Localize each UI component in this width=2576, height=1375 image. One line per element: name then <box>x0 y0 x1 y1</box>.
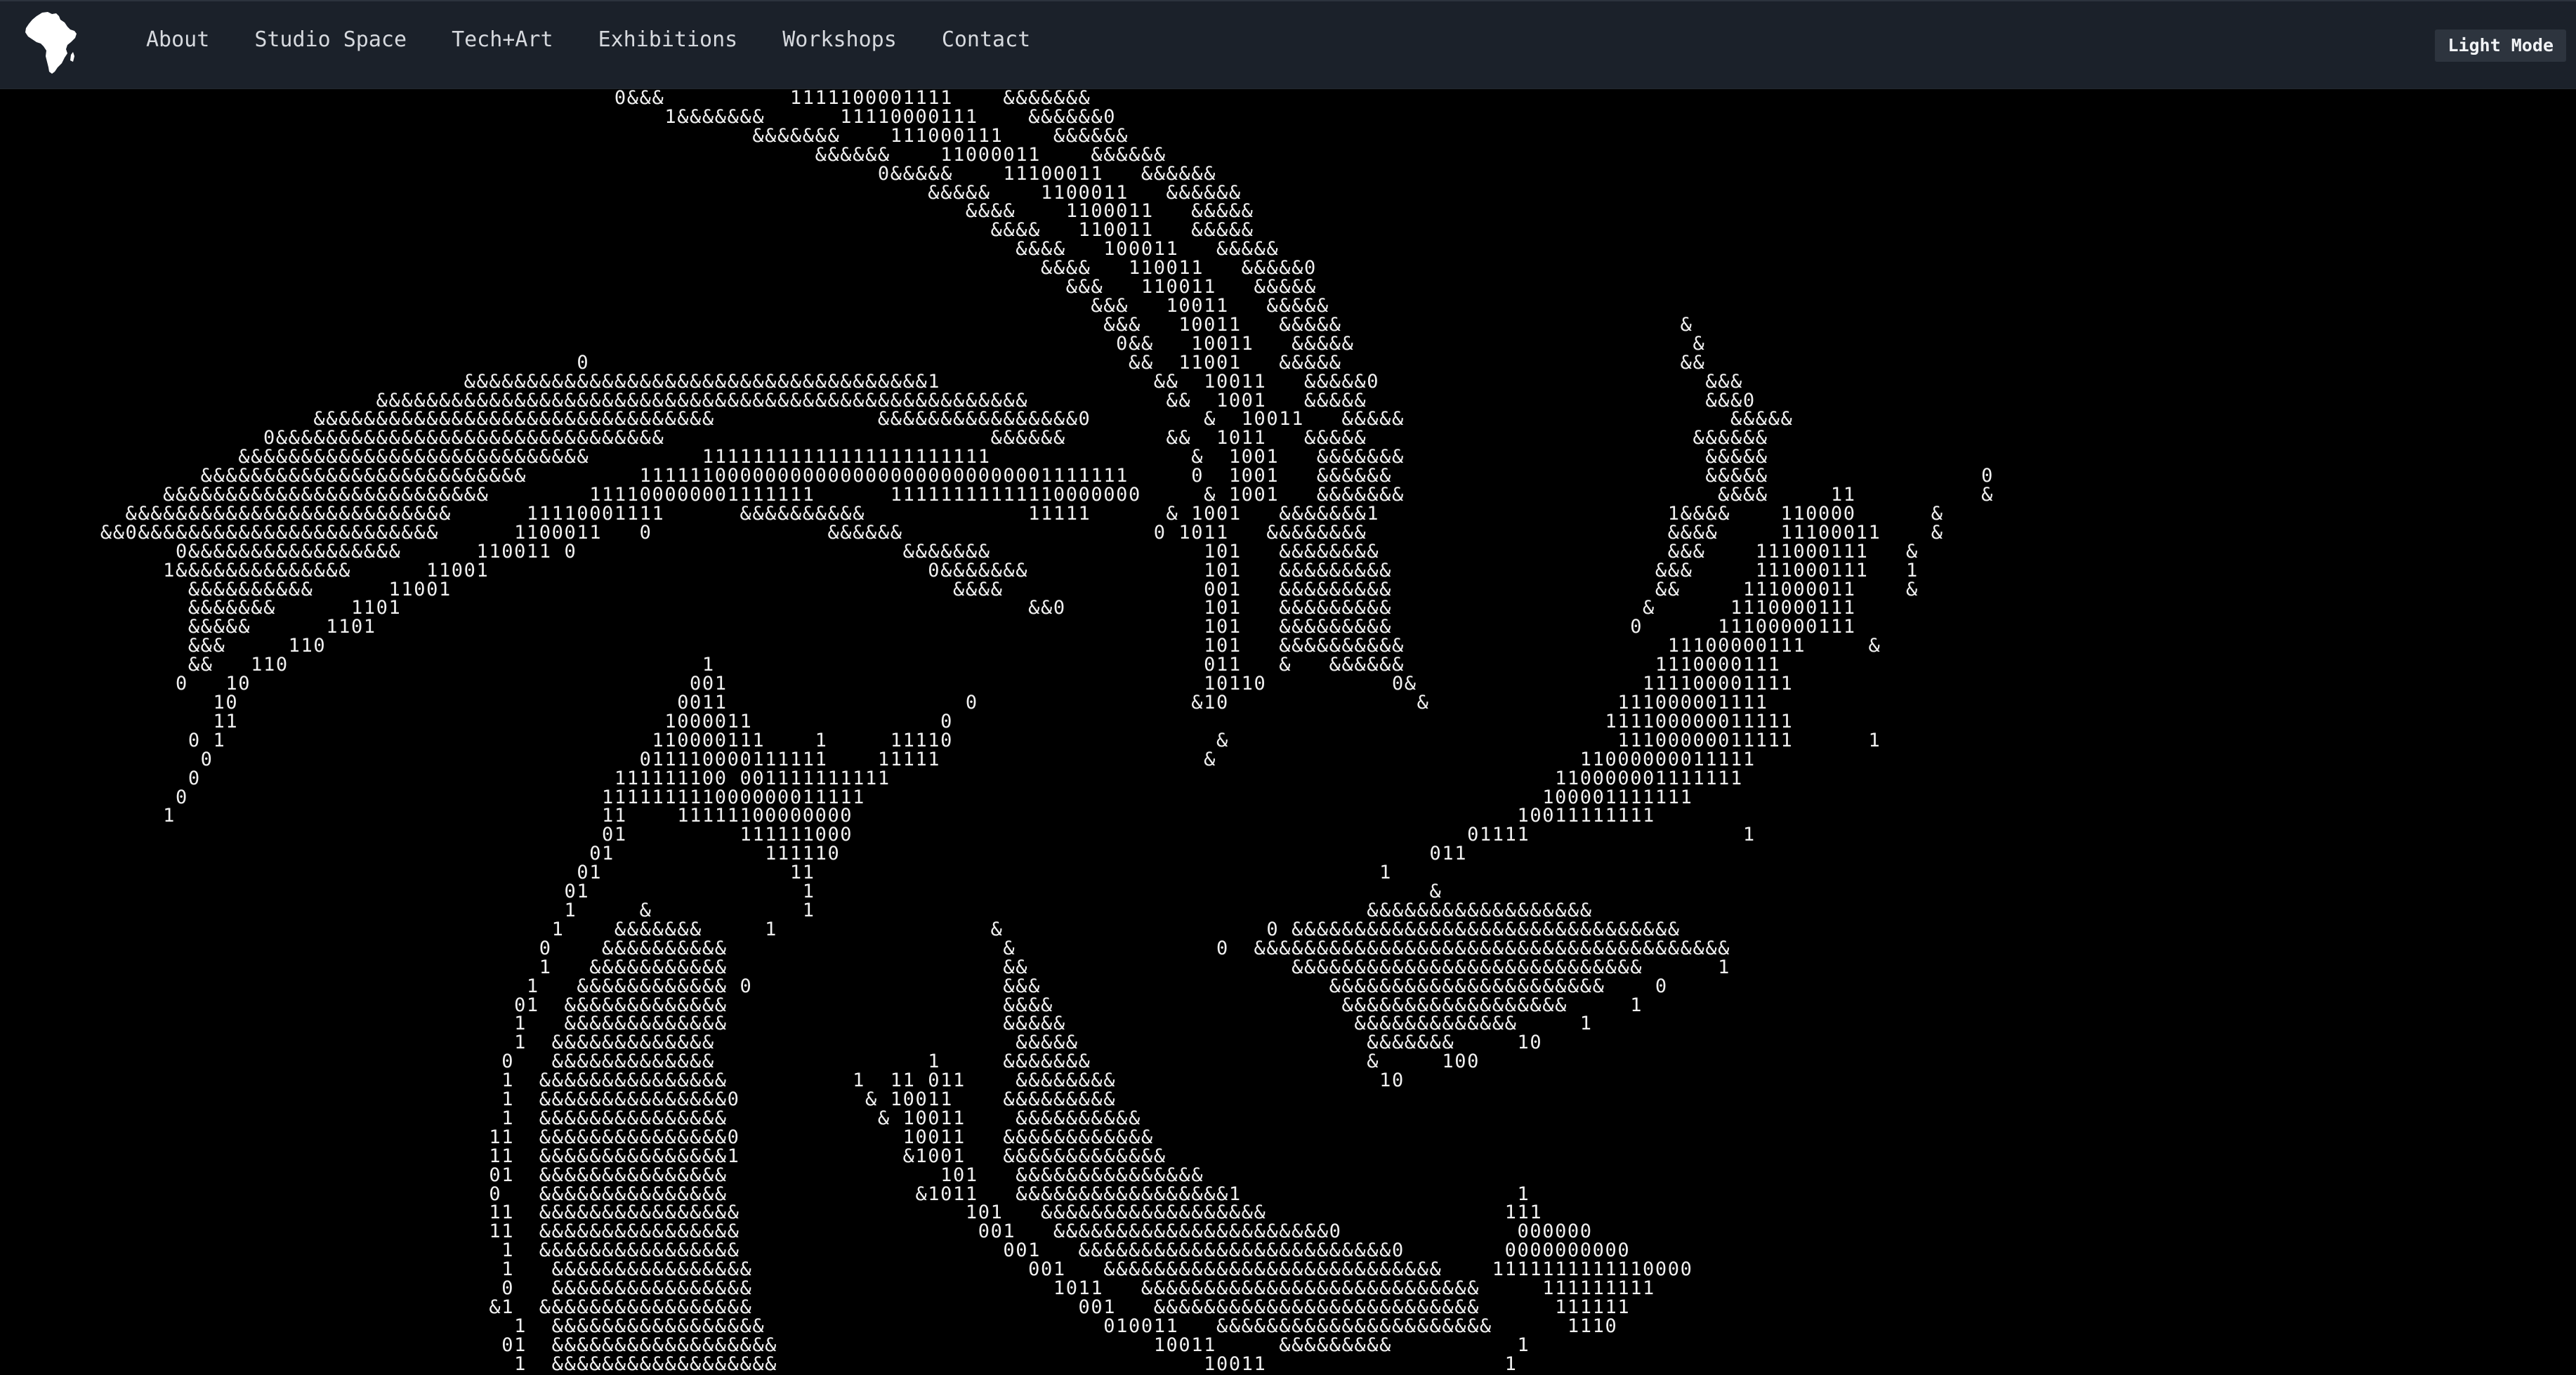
main-nav: About Studio Space Tech+Art Exhibitions … <box>146 27 1075 53</box>
nav-link-tech-art[interactable]: Tech+Art <box>452 27 553 53</box>
ascii-art-text: 0&&& 1111100001111 &&&&&&& 1&&&&&&& 1111… <box>0 89 1994 1375</box>
top-navbar: About Studio Space Tech+Art Exhibitions … <box>0 0 2576 89</box>
nav-link-exhibitions[interactable]: Exhibitions <box>598 27 738 53</box>
ascii-line: 01 &&&&&&&&&&&&&&&&&&& 1001111 1 <box>0 1372 1555 1375</box>
nav-link-workshops[interactable]: Workshops <box>782 27 897 53</box>
home-logo-link[interactable] <box>24 11 77 74</box>
nav-link-contact[interactable]: Contact <box>942 27 1030 53</box>
nav-link-studio-space[interactable]: Studio Space <box>254 27 407 53</box>
light-mode-toggle-button[interactable]: Light Mode <box>2435 29 2566 62</box>
africa-continent-icon <box>25 12 77 74</box>
ascii-art-canvas: 0&&& 1111100001111 &&&&&&& 1&&&&&&& 1111… <box>0 89 2576 1375</box>
nav-link-about[interactable]: About <box>146 27 209 53</box>
